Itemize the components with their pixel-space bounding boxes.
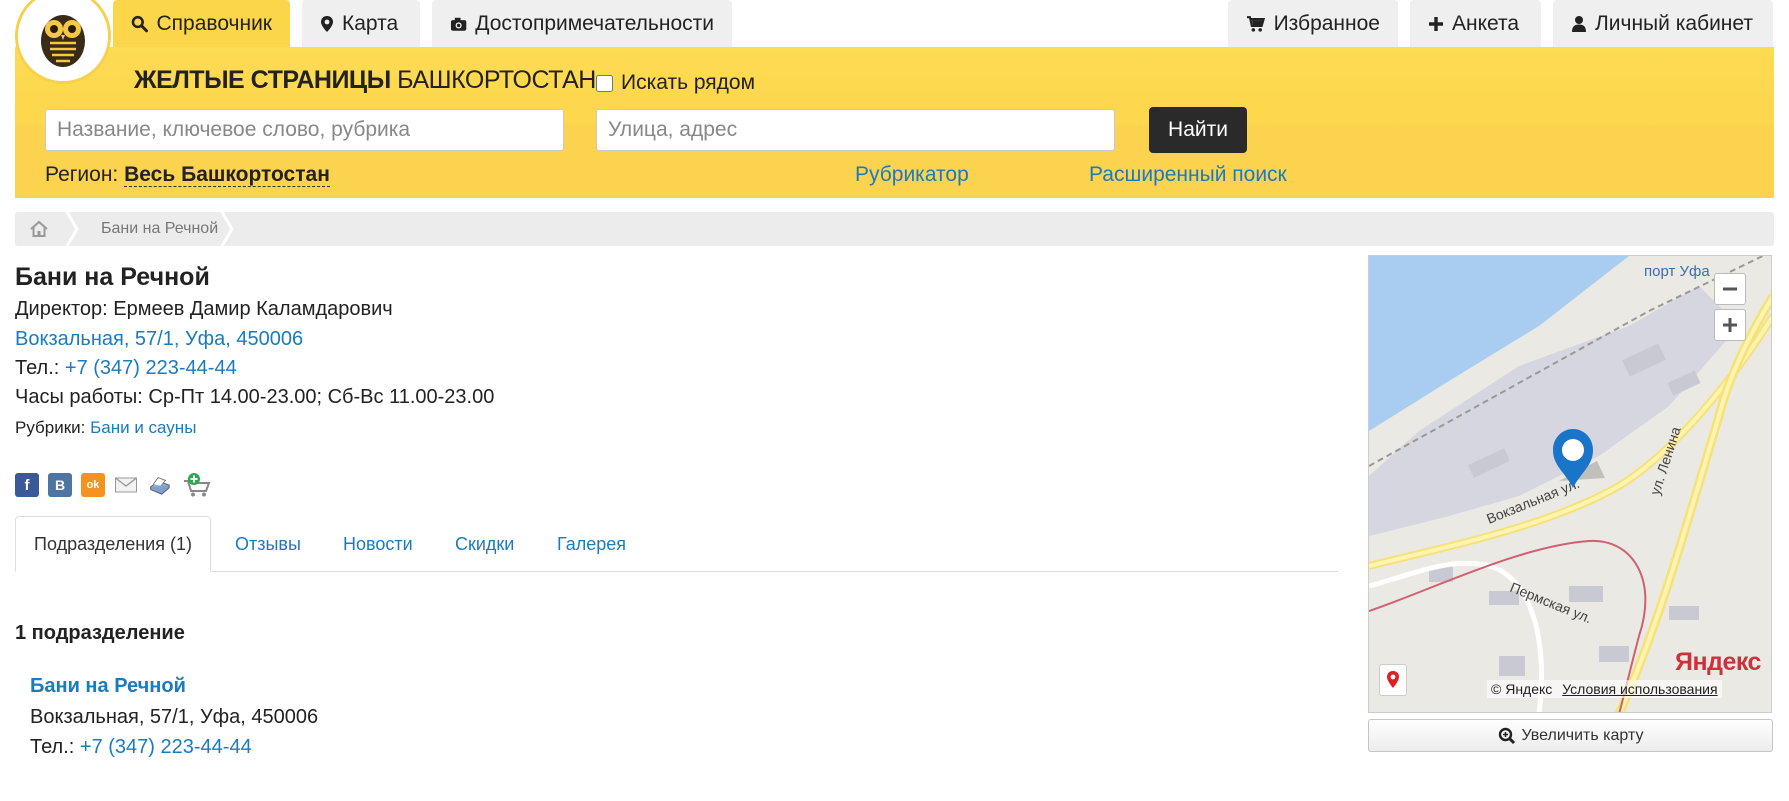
- tab-directory[interactable]: Справочник: [113, 0, 290, 47]
- cart-icon: [1246, 15, 1266, 32]
- breadcrumb-separator-icon: [65, 212, 79, 246]
- breadcrumb-home[interactable]: [15, 212, 65, 246]
- add-to-favorites-icon[interactable]: [180, 473, 216, 497]
- yandex-logo[interactable]: Яндекс: [1675, 648, 1761, 677]
- enlarge-map-button[interactable]: Увеличить карту: [1368, 719, 1773, 752]
- company-hours: Часы работы: Ср-Пт 14.00-23.00; Сб-Вс 11…: [15, 386, 495, 408]
- find-button[interactable]: Найти: [1149, 107, 1247, 153]
- zoom-in-button[interactable]: [1714, 309, 1746, 341]
- zoom-out-button[interactable]: [1714, 273, 1746, 305]
- tab-label: Достопримечательности: [475, 11, 714, 35]
- advanced-search-link[interactable]: Расширенный поиск: [1089, 163, 1287, 187]
- printer-icon: [149, 477, 171, 495]
- tab-map[interactable]: Карта: [302, 0, 420, 47]
- vkontakte-share-icon[interactable]: B: [48, 473, 72, 497]
- tab-reviews[interactable]: Отзывы: [235, 516, 301, 572]
- map-place-button[interactable]: [1379, 664, 1407, 696]
- questionnaire-button[interactable]: Анкета: [1410, 0, 1541, 47]
- minus-icon: [1723, 287, 1737, 291]
- map-widget[interactable]: Вокзальная ул. ул. Ленина Пермская ул. п…: [1368, 255, 1772, 713]
- map-attribution: © Яндекс Условия использования: [1487, 680, 1722, 698]
- user-icon: [1572, 15, 1586, 32]
- search-icon: [131, 15, 149, 32]
- tab-discounts[interactable]: Скидки: [455, 516, 514, 572]
- map-port-label: порт Уфа: [1644, 263, 1710, 280]
- region-label: Регион:: [45, 163, 119, 186]
- company-director: Директор: Ермеев Дамир Каламдарович: [15, 298, 393, 320]
- camera-icon: [450, 17, 467, 31]
- breadcrumb: Бани на Речной: [15, 212, 1774, 246]
- map-pin-icon: [1387, 671, 1399, 688]
- address-input[interactable]: [596, 109, 1115, 151]
- print-icon[interactable]: [147, 473, 171, 497]
- questionnaire-label: Анкета: [1452, 11, 1520, 35]
- rubrics-label: Рубрики:: [15, 418, 86, 437]
- personal-account-label: Личный кабинет: [1595, 11, 1753, 35]
- phone-label: Тел.:: [30, 736, 75, 758]
- site-brand[interactable]: ЖЕЛТЫЕ СТРАНИЦЫ БАШКОРТОСТАН: [134, 66, 596, 95]
- subdivision-address: Вокзальная, 57/1, Уфа, 450006: [30, 706, 319, 728]
- subdivision-phone-row: Тел.: +7 (347) 223-44-44: [30, 736, 252, 759]
- region-value-link[interactable]: Весь Башкортостан: [124, 163, 330, 187]
- subdivisions-heading: 1 подразделение: [15, 622, 185, 644]
- map-copyright: © Яндекс: [1491, 681, 1553, 697]
- map-canvas: Вокзальная ул. ул. Ленина Пермская ул. п…: [1369, 256, 1771, 712]
- tab-label: Справочник: [156, 11, 273, 35]
- breadcrumb-separator-icon: [220, 212, 234, 246]
- company-title: Бани на Речной: [15, 263, 210, 291]
- map-terms-link[interactable]: Условия использования: [1562, 681, 1717, 697]
- company-phone-link[interactable]: +7 (347) 223-44-44: [65, 357, 237, 379]
- nearby-checkbox[interactable]: [596, 74, 613, 92]
- company-phone-row: Тел.: +7 (347) 223-44-44: [15, 357, 237, 380]
- subdivision-name-link[interactable]: Бани на Речной: [30, 675, 186, 698]
- tab-gallery[interactable]: Галерея: [557, 516, 626, 572]
- plus-icon: [1429, 16, 1443, 31]
- envelope-icon: [115, 477, 137, 493]
- subdivision-phone-link[interactable]: +7 (347) 223-44-44: [80, 736, 252, 758]
- company-address-link[interactable]: Вокзальная, 57/1, Уфа, 450006: [15, 328, 303, 351]
- tab-label: Карта: [342, 11, 399, 35]
- rubricator-link[interactable]: Рубрикатор: [855, 163, 969, 187]
- breadcrumb-current: Бани на Речной: [101, 220, 219, 237]
- enlarge-map-label: Увеличить карту: [1521, 726, 1644, 744]
- zoom-icon: [1498, 727, 1515, 744]
- plus-icon: [1723, 318, 1737, 332]
- tab-sights[interactable]: Достопримечательности: [432, 0, 732, 47]
- email-share-icon[interactable]: [114, 473, 138, 497]
- search-input[interactable]: [45, 109, 564, 151]
- brand-light: БАШКОРТОСТАН: [397, 66, 596, 94]
- company-rubrics-row: Рубрики: Бани и сауны: [15, 418, 196, 438]
- nearby-label: Искать рядом: [621, 71, 756, 94]
- tab-subdivisions[interactable]: Подразделения (1): [15, 516, 211, 572]
- phone-label: Тел.:: [15, 357, 60, 379]
- odnoklassniki-share-icon[interactable]: ok: [81, 473, 105, 497]
- favorites-button[interactable]: Избранное: [1228, 0, 1398, 47]
- facebook-share-icon[interactable]: f: [15, 473, 39, 497]
- brand-bold: ЖЕЛТЫЕ СТРАНИЦЫ: [134, 66, 391, 94]
- nearby-checkbox-row[interactable]: Искать рядом: [596, 71, 755, 95]
- personal-account-button[interactable]: Личный кабинет: [1553, 0, 1773, 47]
- map-pin-icon: [321, 15, 333, 32]
- cart-add-icon: [184, 473, 211, 497]
- favorites-label: Избранное: [1273, 11, 1380, 35]
- owl-logo-icon: [18, 0, 108, 81]
- tab-news[interactable]: Новости: [343, 516, 413, 572]
- tabs-divider: [15, 571, 1338, 572]
- region-selector: Регион: Весь Башкортостан: [45, 163, 330, 187]
- home-icon: [30, 220, 48, 237]
- rubric-link[interactable]: Бани и сауны: [90, 418, 196, 437]
